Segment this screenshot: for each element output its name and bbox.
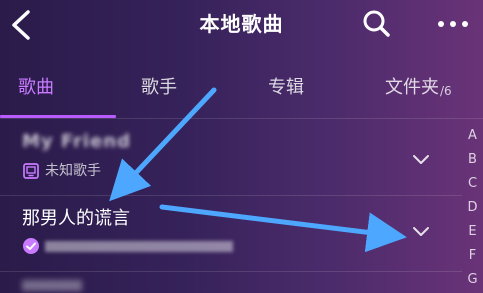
index-letter-d[interactable]: D bbox=[462, 200, 483, 216]
app-screen: 本地歌曲 歌曲 歌手 专辑 文件夹/6 My Friend 未知歌手 那男人的谎… bbox=[0, 0, 483, 293]
tab-albums[interactable]: 专辑 bbox=[268, 62, 304, 114]
check-badge-icon bbox=[23, 238, 39, 254]
song-title: My Friend bbox=[22, 131, 132, 152]
song-row[interactable]: 那男人的谎言 bbox=[0, 196, 462, 268]
device-icon bbox=[23, 163, 39, 179]
tab-folders-label: 文件夹 bbox=[385, 77, 439, 98]
top-app-bar: 本地歌曲 bbox=[0, 0, 483, 50]
index-letter-f[interactable]: F bbox=[462, 248, 483, 264]
song-meta bbox=[22, 236, 233, 256]
song-artist: 未知歌手 bbox=[45, 163, 101, 179]
tab-artists[interactable]: 歌手 bbox=[141, 62, 177, 114]
chevron-down-icon[interactable] bbox=[409, 148, 433, 172]
song-title: 那男人的谎言 bbox=[22, 208, 130, 229]
index-letter-a[interactable]: A bbox=[462, 128, 483, 144]
tab-folders-count: /6 bbox=[440, 84, 452, 98]
alphabet-index[interactable]: A B C D E F G bbox=[462, 122, 483, 293]
song-row[interactable]: My Friend 未知歌手 bbox=[0, 124, 462, 196]
tab-songs[interactable]: 歌曲 bbox=[18, 62, 54, 114]
next-song-title-obscured bbox=[22, 280, 82, 291]
search-icon[interactable] bbox=[360, 8, 392, 40]
song-meta: 未知歌手 bbox=[22, 161, 101, 181]
next-song-row-partial[interactable] bbox=[0, 272, 462, 293]
song-details-obscured bbox=[45, 236, 233, 256]
more-options-icon[interactable] bbox=[433, 10, 473, 38]
tabs-divider bbox=[0, 118, 483, 119]
category-tabs: 歌曲 歌手 专辑 文件夹/6 bbox=[0, 62, 483, 118]
index-letter-e[interactable]: E bbox=[462, 224, 483, 240]
tab-folders[interactable]: 文件夹/6 bbox=[385, 62, 452, 114]
index-letter-c[interactable]: C bbox=[462, 176, 483, 192]
index-letter-g[interactable]: G bbox=[462, 272, 483, 288]
page-title: 本地歌曲 bbox=[199, 12, 284, 36]
chevron-down-icon[interactable] bbox=[409, 220, 433, 244]
index-letter-b[interactable]: B bbox=[462, 152, 483, 168]
